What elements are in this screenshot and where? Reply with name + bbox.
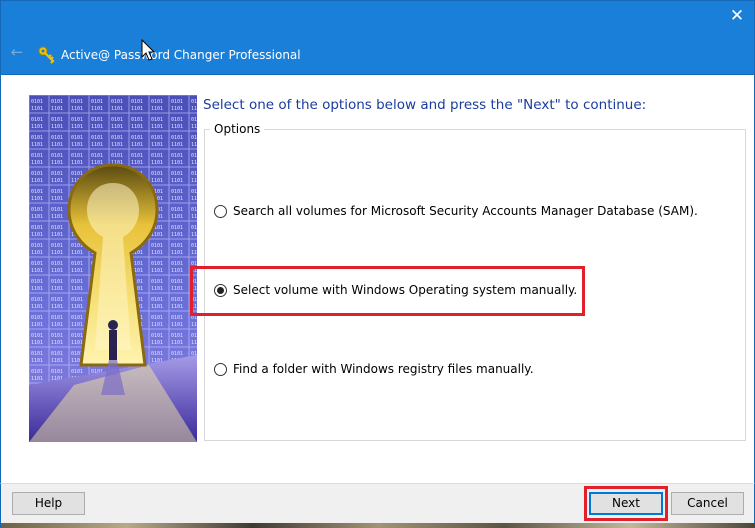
radio-button[interactable] [214,204,227,218]
dialog-footer: Help Next Cancel [0,483,755,528]
selected-option-highlight [190,266,585,316]
keyhole-illustration: 0101 1101 [29,95,197,442]
option-search-all-volumes[interactable]: Search all volumes for Microsoft Securit… [214,204,698,218]
option-label: Find a folder with Windows registry file… [233,362,534,376]
cancel-button[interactable]: Cancel [671,492,744,515]
options-group-label: Options [210,122,265,136]
desktop-background-strip [1,523,755,528]
keys-icon [38,46,55,64]
back-arrow-icon[interactable]: ← [8,43,26,61]
next-button-highlight [584,486,668,521]
mouse-cursor-icon [141,39,156,61]
help-button[interactable]: Help [12,492,85,515]
close-icon[interactable]: ✕ [726,5,748,27]
title-bar: ✕ ← Active@ Password Changer Professiona… [0,0,755,75]
instruction-text: Select one of the options below and pres… [203,97,647,113]
option-label: Search all volumes for Microsoft Securit… [233,204,698,218]
content-area: 0101 1101 Select one of the options belo… [0,75,755,483]
window-title: Active@ Password Changer Professional [61,48,301,62]
radio-button[interactable] [214,362,227,376]
option-find-registry-folder[interactable]: Find a folder with Windows registry file… [214,362,534,376]
